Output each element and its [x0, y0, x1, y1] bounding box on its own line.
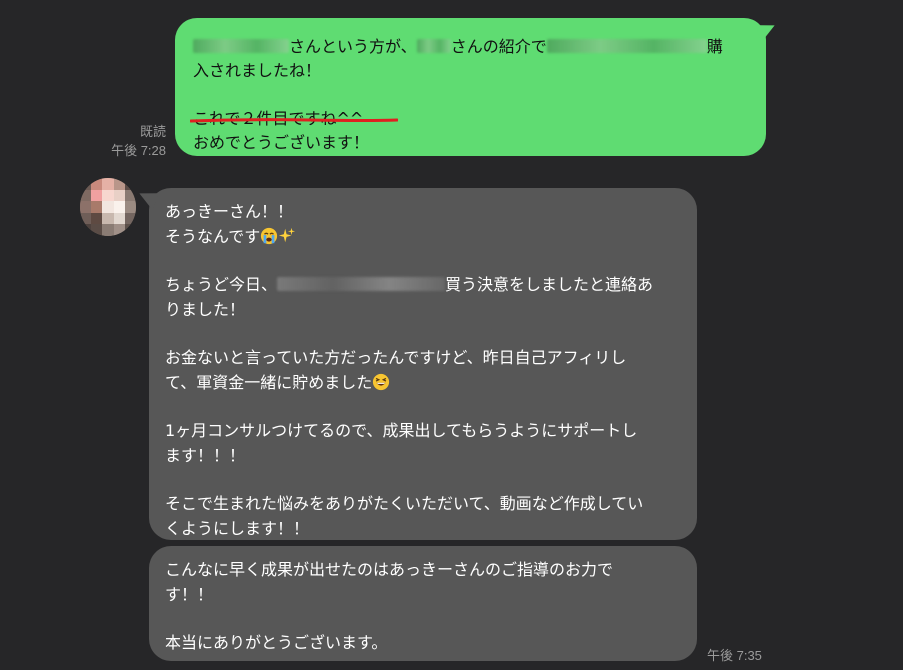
incoming-line: こんなに早く成果が出せたのはあっきーさんのご指導のお力で	[165, 560, 614, 579]
red-underline-annotation	[190, 118, 398, 123]
redacted-name	[416, 39, 451, 53]
redacted-product	[277, 277, 446, 291]
outgoing-line-1: さんという方が、 さんの紹介で購	[193, 35, 748, 59]
bubble-tail	[135, 187, 159, 211]
redacted-product	[546, 39, 707, 53]
incoming-line: ます！！！	[165, 445, 246, 465]
incoming-line: ちょうど今日、 買う決意をしましたと連絡あ	[165, 275, 654, 294]
incoming-line: す！！	[165, 584, 214, 604]
incoming-line: 本当にありがとうございます。	[165, 633, 388, 652]
outgoing-line-5: おめでとうございます！	[193, 133, 370, 152]
grinning-squinting-face-icon	[373, 373, 390, 390]
outgoing-line-3	[193, 83, 748, 107]
outgoing-message-bubble[interactable]: さんという方が、 さんの紹介で購 入されましたね！ これで２件目ですね^^ おめで…	[175, 18, 779, 156]
redacted-name	[193, 39, 289, 53]
incoming-message-bubble[interactable]: あっきーさん！！ そうなんです ちょうど今日、 買う決意をしましたと連絡あ りまし…	[135, 187, 697, 540]
incoming-blank-line	[165, 322, 677, 346]
incoming-line: そこで生まれた悩みをありがたくいただいて、動画など作成してい	[165, 494, 644, 513]
outgoing-meta: 既読 午後 7:28	[111, 122, 166, 160]
sparkles-icon	[279, 227, 296, 242]
bubble-tail	[755, 19, 779, 43]
incoming-blank-line	[165, 468, 677, 492]
incoming-blank-line	[165, 249, 677, 273]
read-receipt: 既読	[139, 124, 166, 139]
incoming-line: 1ヶ月コンサルつけてるので、成果出してもらうようにサポートし	[165, 421, 638, 440]
chat-view: 既読 午後 7:28 さんという方が、 さんの紹介で購 入されましたね！ これで２…	[0, 0, 903, 670]
incoming-line: くようにします！！	[165, 518, 310, 538]
incoming-message-bubble[interactable]: こんなに早く成果が出せたのはあっきーさんのご指導のお力で す！！ 本当にありがと…	[149, 546, 697, 661]
incoming-line: りました！	[165, 299, 246, 319]
outgoing-line-2: 入されましたね！	[193, 61, 322, 80]
incoming-blank-line	[165, 607, 677, 631]
sender-avatar[interactable]	[80, 178, 136, 236]
incoming-line: て、軍資金一緒に貯めました	[165, 371, 677, 396]
incoming-line: そうなんです	[165, 225, 677, 250]
loudly-crying-face-icon	[261, 227, 278, 244]
incoming-timestamp: 午後 7:35	[707, 648, 762, 663]
incoming-line: あっきーさん！！	[165, 202, 294, 221]
incoming-line: お金ないと言っていた方だったんですけど、昨日自己アフィリし	[165, 348, 627, 367]
incoming-blank-line	[165, 395, 677, 419]
outgoing-timestamp: 午後 7:28	[111, 143, 166, 158]
